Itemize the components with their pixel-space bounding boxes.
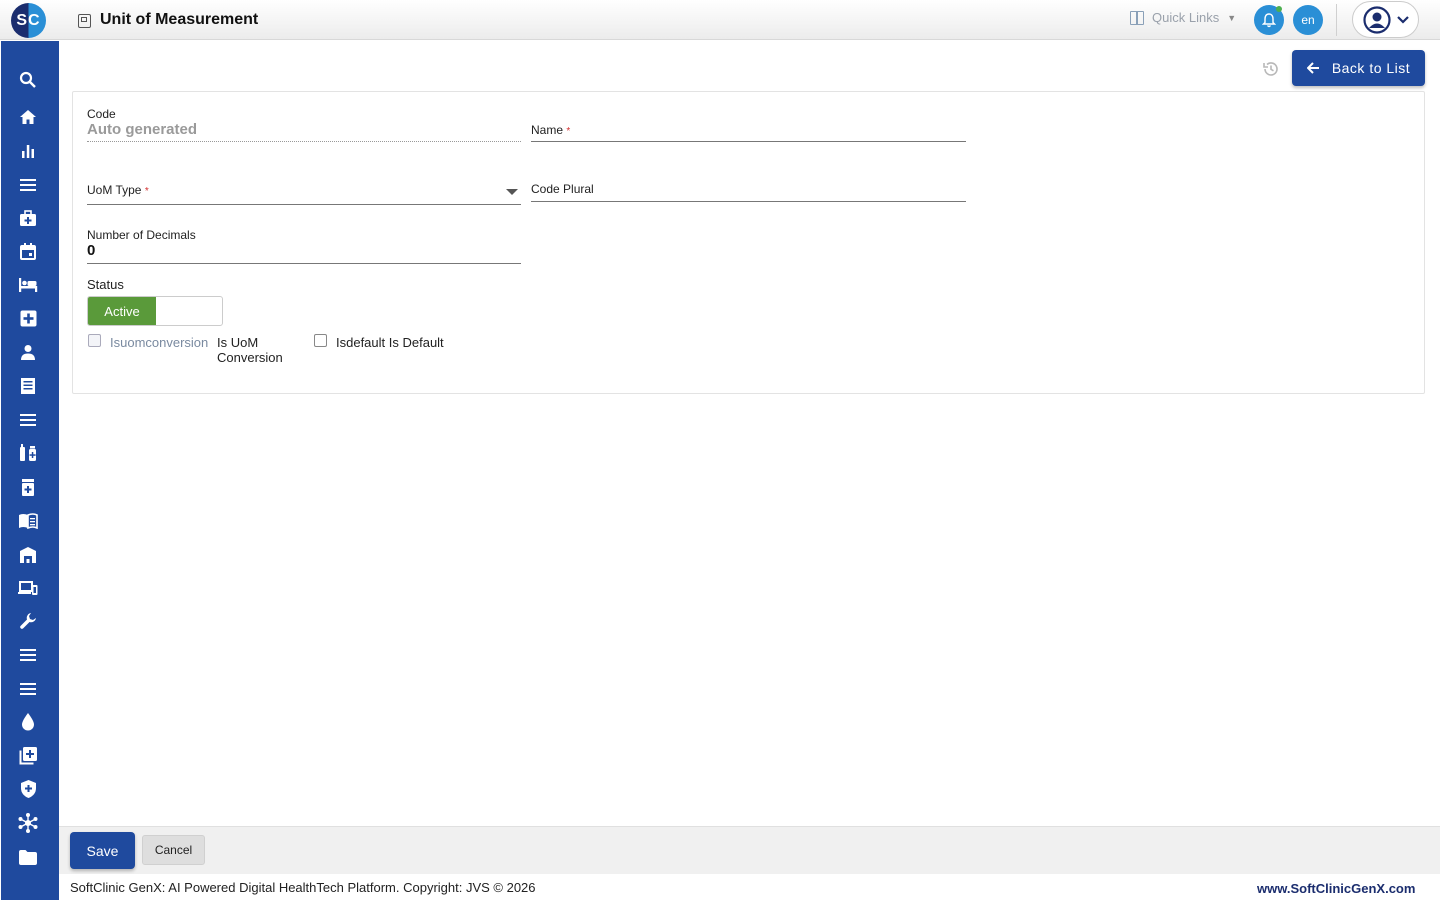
cancel-button[interactable]: Cancel: [142, 835, 205, 865]
folder-icon[interactable]: [18, 847, 38, 867]
history-icon[interactable]: [1262, 60, 1280, 78]
code-plural-label: Code Plural: [531, 182, 594, 196]
chevron-down-icon: ▼: [1227, 12, 1237, 23]
library-add-icon[interactable]: [18, 746, 38, 766]
footer-website-link[interactable]: www.SoftClinicGenX.com: [1257, 881, 1415, 896]
user-menu-button[interactable]: [1352, 1, 1419, 38]
page-title: Unit of Measurement: [100, 11, 259, 28]
decimals-label: Number of Decimals: [87, 228, 196, 242]
app-logo[interactable]: SC: [11, 3, 46, 38]
action-bar: [59, 826, 1440, 874]
menu-icon[interactable]: [18, 410, 38, 430]
medical-plus-icon[interactable]: [18, 308, 38, 328]
quick-links-label: Quick Links: [1152, 10, 1220, 25]
required-mark: *: [566, 126, 571, 137]
devices-icon[interactable]: [18, 578, 38, 598]
drop-icon[interactable]: [18, 712, 38, 732]
gift-icon: [1130, 10, 1144, 25]
medical-bag-icon[interactable]: [18, 208, 38, 228]
code-underline: [87, 141, 521, 142]
decimals-underline: [87, 263, 521, 264]
notifications-button[interactable]: [1254, 5, 1284, 35]
uom-conversion-key: Isuomconversion: [110, 335, 209, 350]
menu-icon[interactable]: [18, 645, 38, 665]
search-icon[interactable]: [18, 70, 38, 90]
sidebar: [1, 41, 59, 900]
decimals-input[interactable]: 0: [87, 242, 95, 259]
footer-copyright: SoftClinic GenX: AI Powered Digital Heal…: [70, 880, 536, 895]
is-default-label: Isdefault Is Default: [336, 335, 444, 350]
page-icon: [78, 14, 91, 28]
uom-type-label-text: UoM Type: [87, 183, 142, 197]
top-bar: SC Unit of Measurement Quick Links ▼ en: [0, 0, 1440, 40]
status-label: Status: [87, 277, 124, 292]
required-mark: *: [144, 186, 149, 197]
name-input[interactable]: [531, 141, 966, 142]
hub-icon[interactable]: [18, 813, 38, 833]
uom-type-select[interactable]: [87, 204, 521, 205]
avatar-icon: [1362, 5, 1391, 34]
pharmacy-icon[interactable]: [18, 443, 38, 463]
wrench-icon[interactable]: [18, 611, 38, 631]
quick-links-menu[interactable]: Quick Links ▼: [1130, 10, 1236, 25]
book-icon[interactable]: [18, 511, 38, 531]
code-label: Code: [87, 107, 116, 121]
receipt-icon[interactable]: [18, 376, 38, 396]
arrow-left-icon: [1306, 62, 1319, 74]
dropdown-arrow-icon[interactable]: [506, 189, 518, 195]
chevron-down-icon: [1396, 15, 1409, 24]
code-plural-input[interactable]: [531, 201, 966, 202]
person-icon[interactable]: [18, 342, 38, 362]
notification-dot: [1276, 6, 1282, 12]
back-to-list-button[interactable]: Back to List: [1292, 50, 1425, 86]
warehouse-icon[interactable]: [18, 545, 38, 565]
is-default-checkbox[interactable]: [314, 334, 327, 347]
bed-icon[interactable]: [18, 275, 38, 295]
shield-icon[interactable]: [18, 779, 38, 799]
bar-chart-icon[interactable]: [18, 141, 38, 161]
uom-type-label: UoM Type *: [87, 183, 149, 197]
name-label-text: Name: [531, 123, 564, 137]
bell-icon: [1262, 12, 1276, 27]
home-icon[interactable]: [18, 107, 38, 127]
status-toggle[interactable]: Active: [87, 296, 223, 326]
menu-icon[interactable]: [18, 175, 38, 195]
back-to-list-label: Back to List: [1331, 60, 1411, 76]
language-button[interactable]: en: [1293, 5, 1323, 35]
calendar-icon[interactable]: [18, 241, 38, 261]
name-label: Name *: [531, 123, 570, 137]
code-field: Auto generated: [87, 121, 198, 138]
status-active-option[interactable]: Active: [88, 297, 156, 325]
save-button[interactable]: Save: [70, 832, 135, 869]
uom-conversion-label: Is UoM Conversion: [217, 335, 283, 365]
divider: [1336, 4, 1337, 36]
medicine-bottle-icon[interactable]: [18, 477, 38, 497]
menu-icon[interactable]: [18, 679, 38, 699]
uom-conversion-checkbox[interactable]: [88, 334, 101, 347]
